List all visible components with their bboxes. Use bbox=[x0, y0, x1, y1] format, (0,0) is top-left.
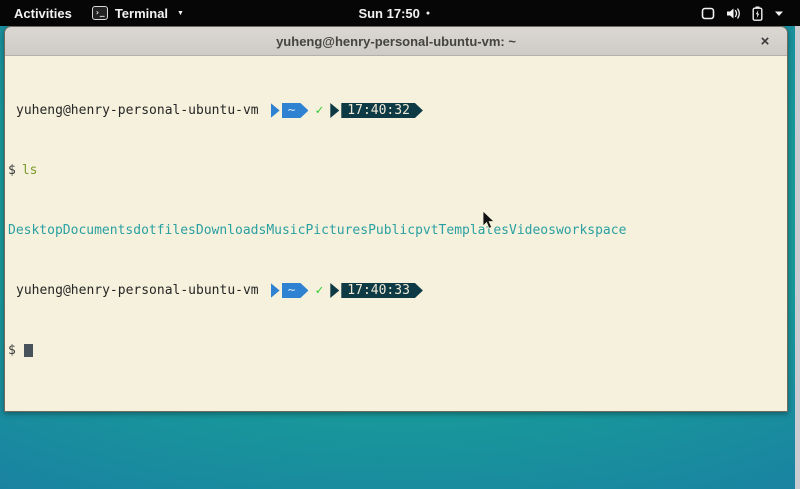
app-menu-label: Terminal bbox=[115, 6, 168, 21]
prompt-path: ~ bbox=[282, 103, 309, 118]
clock-button[interactable]: Sun 17:50 ● bbox=[358, 0, 430, 26]
directory-name: Downloads bbox=[196, 223, 266, 238]
prompt-line: yuheng@henry-personal-ubuntu-vm ~ ✓ 17:4… bbox=[8, 283, 787, 298]
exit-status-check-icon: ✓ bbox=[315, 283, 323, 298]
terminal-window: yuheng@henry-personal-ubuntu-vm: ~ × yuh… bbox=[4, 26, 788, 412]
desktop: Activities ›_ Terminal ▼ Sun 17:50 ● bbox=[0, 0, 800, 489]
gnome-top-bar: Activities ›_ Terminal ▼ Sun 17:50 ● bbox=[0, 0, 800, 26]
powerline-arrow-icon bbox=[271, 283, 280, 298]
window-titlebar[interactable]: yuheng@henry-personal-ubuntu-vm: ~ × bbox=[5, 27, 787, 56]
terminal-cursor bbox=[24, 344, 33, 357]
prompt-time: 17:40:32 bbox=[341, 103, 423, 118]
directory-name: workspace bbox=[556, 223, 626, 238]
screen-edge-strip bbox=[795, 26, 800, 489]
chevron-down-icon bbox=[774, 10, 784, 17]
prompt-path-segment: ~ bbox=[271, 103, 309, 118]
command-text: ls bbox=[22, 163, 38, 178]
directory-name: Videos bbox=[509, 223, 556, 238]
directory-name: Pictures bbox=[305, 223, 368, 238]
activities-button[interactable]: Activities bbox=[10, 4, 76, 23]
window-title: yuheng@henry-personal-ubuntu-vm: ~ bbox=[276, 34, 516, 49]
directory-name: Documents bbox=[63, 223, 133, 238]
notification-dot: ● bbox=[426, 10, 430, 17]
prompt-user-host: yuheng@henry-personal-ubuntu-vm bbox=[16, 103, 259, 118]
prompt-line: yuheng@henry-personal-ubuntu-vm ~ ✓ 17:4… bbox=[8, 103, 787, 118]
app-menu-terminal[interactable]: ›_ Terminal ▼ bbox=[92, 6, 184, 21]
powerline-arrow-icon bbox=[330, 103, 339, 118]
chevron-down-icon: ▼ bbox=[177, 10, 184, 17]
powerline-arrow-icon bbox=[330, 283, 339, 298]
prompt-time-segment: 17:40:33 bbox=[330, 283, 423, 298]
directory-name: dotfiles bbox=[133, 223, 196, 238]
terminal-app-icon: ›_ bbox=[92, 6, 108, 20]
ls-output-line: Desktop Documents dotfiles Downloads Mus… bbox=[8, 223, 787, 238]
directory-name: Music bbox=[266, 223, 305, 238]
command-line-current[interactable]: $ bbox=[8, 343, 787, 358]
prompt-dollar: $ bbox=[8, 343, 16, 358]
directory-name: pvt bbox=[415, 223, 438, 238]
prompt-time-segment: 17:40:32 bbox=[330, 103, 423, 118]
prompt-path-segment: ~ bbox=[271, 283, 309, 298]
prompt-path: ~ bbox=[282, 283, 309, 298]
clock-label: Sun 17:50 bbox=[358, 6, 419, 21]
battery-charging-icon bbox=[752, 6, 763, 21]
volume-icon bbox=[726, 7, 741, 20]
exit-status-check-icon: ✓ bbox=[315, 103, 323, 118]
prompt-user-host: yuheng@henry-personal-ubuntu-vm bbox=[16, 283, 259, 298]
close-icon[interactable]: × bbox=[756, 32, 774, 50]
directory-name: Templates bbox=[439, 223, 509, 238]
directory-name: Desktop bbox=[8, 223, 63, 238]
prompt-dollar: $ bbox=[8, 163, 16, 178]
directory-name: Public bbox=[368, 223, 415, 238]
command-line: $ ls bbox=[8, 163, 787, 178]
system-status-area[interactable] bbox=[701, 0, 800, 26]
prompt-time: 17:40:33 bbox=[341, 283, 423, 298]
display-icon bbox=[701, 7, 715, 20]
terminal-screen[interactable]: yuheng@henry-personal-ubuntu-vm ~ ✓ 17:4… bbox=[5, 56, 787, 412]
powerline-arrow-icon bbox=[271, 103, 280, 118]
